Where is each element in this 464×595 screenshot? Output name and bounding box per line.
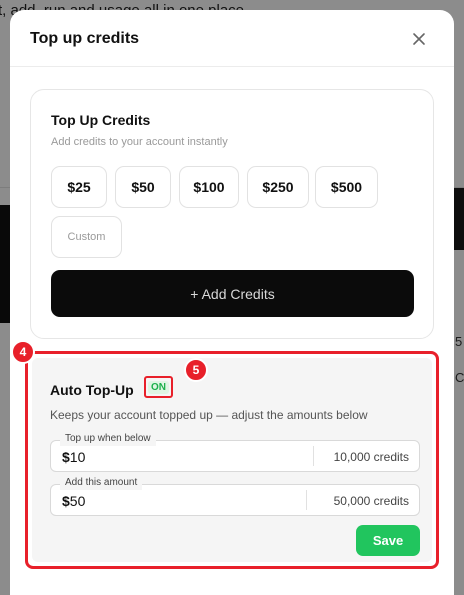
threshold-amount: 10 xyxy=(69,449,86,465)
threshold-field-label: Top up when below xyxy=(60,432,156,446)
amount-button-25[interactable]: $25 xyxy=(51,166,107,208)
currency-symbol: $ xyxy=(62,493,70,509)
top-up-card-title: Top Up Credits xyxy=(51,112,151,128)
step-marker-5: 5 xyxy=(184,358,208,382)
top-up-card-subtitle: Add credits to your account instantly xyxy=(51,136,228,148)
top-up-modal: Top up credits Top Up Credits Add credit… xyxy=(10,10,454,595)
modal-header: Top up credits xyxy=(10,10,454,67)
field-divider xyxy=(313,446,314,466)
auto-top-up-description: Keeps your account topped up — adjust th… xyxy=(50,408,368,422)
amount-field-value[interactable]: $50 xyxy=(62,493,85,509)
auto-top-up-status-highlight: ON xyxy=(144,376,173,398)
save-button[interactable]: Save xyxy=(356,525,420,556)
amount-button-250[interactable]: $250 xyxy=(247,166,309,208)
amount-field-label: Add this amount xyxy=(60,476,143,490)
step-marker-4: 4 xyxy=(11,340,35,364)
amount-field[interactable]: Add this amount $50 50,000 credits xyxy=(50,476,420,516)
amount-button-100[interactable]: $100 xyxy=(179,166,239,208)
modal-title: Top up credits xyxy=(30,30,140,47)
close-icon xyxy=(413,33,425,45)
status-badge[interactable]: ON xyxy=(148,380,169,394)
threshold-field-value[interactable]: $10 xyxy=(62,449,85,465)
auto-top-up-section: Auto Top-Up ON Keeps your account topped… xyxy=(32,358,432,562)
auto-top-up-highlight: Auto Top-Up ON Keeps your account topped… xyxy=(25,351,439,569)
amount-credits: 50,000 credits xyxy=(333,494,409,508)
amount-button-50[interactable]: $50 xyxy=(115,166,171,208)
add-credits-button[interactable]: + Add Credits xyxy=(51,270,414,317)
auto-top-up-title: Auto Top-Up xyxy=(50,382,134,398)
currency-symbol: $ xyxy=(62,449,70,465)
threshold-field[interactable]: Top up when below $10 10,000 credits xyxy=(50,432,420,472)
close-button[interactable] xyxy=(408,28,430,50)
threshold-credits: 10,000 credits xyxy=(333,450,409,464)
add-amount: 50 xyxy=(69,493,86,509)
top-up-card: Top Up Credits Add credits to your accou… xyxy=(30,89,434,339)
field-divider xyxy=(306,490,307,510)
amount-button-500[interactable]: $500 xyxy=(315,166,378,208)
custom-amount-input[interactable]: Custom xyxy=(51,216,122,258)
